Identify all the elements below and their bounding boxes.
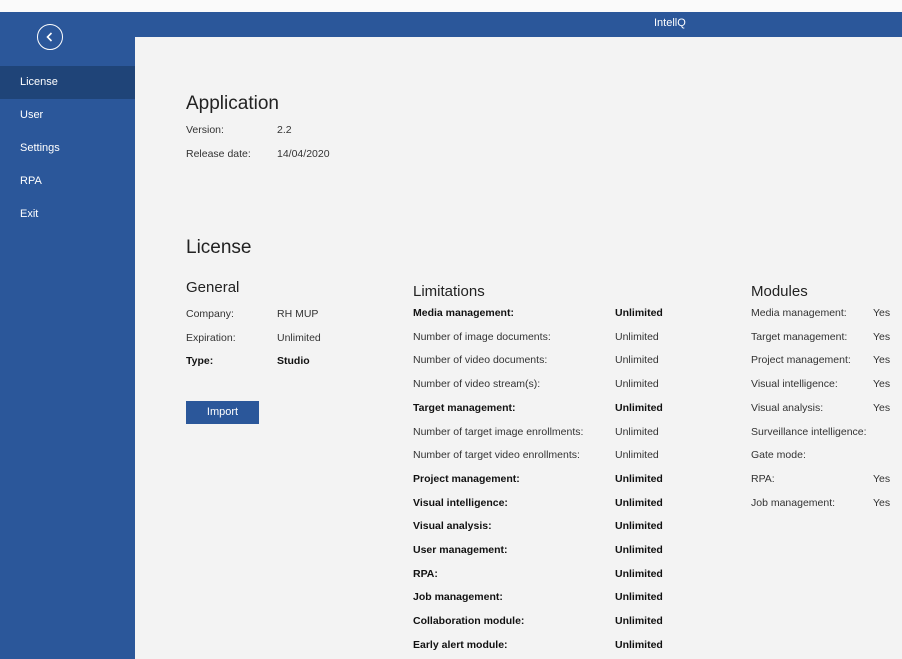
type-value: Studio xyxy=(277,355,310,367)
limitation-value: Unlimited xyxy=(615,520,663,533)
module-value: Yes xyxy=(873,472,891,485)
import-button[interactable]: Import xyxy=(186,401,259,424)
limitation-label: Number of target video enrollments: xyxy=(413,449,580,462)
module-value: Yes xyxy=(873,354,891,367)
module-label: Surveillance intelligence: xyxy=(751,425,867,438)
limitation-label: Number of video documents: xyxy=(413,354,548,367)
limitation-value: Unlimited xyxy=(615,330,659,343)
limitation-value: Unlimited xyxy=(615,544,663,556)
limitation-label: Job management: xyxy=(413,591,503,604)
module-value: Yes xyxy=(873,330,891,343)
application-heading: Application xyxy=(186,93,279,114)
module-label: Media management: xyxy=(751,307,847,319)
module-label: Gate mode: xyxy=(751,449,806,462)
sidebar: License User Settings RPA Exit xyxy=(0,12,135,659)
sidebar-item-rpa[interactable]: RPA xyxy=(0,165,135,198)
limitation-value: Unlimited xyxy=(615,567,663,580)
limitation-value: Unlimited xyxy=(615,401,663,414)
limitation-label: Number of image documents: xyxy=(413,330,551,343)
limitation-value: Unlimited xyxy=(615,496,663,509)
limitation-label: User management: xyxy=(413,544,508,556)
module-label: Visual analysis: xyxy=(751,401,824,414)
version-value: 2.2 xyxy=(277,124,292,136)
limitation-value: Unlimited xyxy=(615,449,659,462)
limitation-label: Number of target image enrollments: xyxy=(413,425,584,438)
chevron-left-icon xyxy=(46,32,53,42)
sidebar-item-license[interactable]: License xyxy=(0,66,135,99)
general-heading: General xyxy=(186,279,240,296)
release-date-value: 14/04/2020 xyxy=(277,148,330,160)
limitation-value: Unlimited xyxy=(615,425,659,438)
limitation-label: Collaboration module: xyxy=(413,615,525,628)
sidebar-item-exit[interactable]: Exit xyxy=(0,198,135,231)
title-bar xyxy=(135,12,902,37)
module-label: Project management: xyxy=(751,354,851,367)
module-value: Yes xyxy=(873,401,891,414)
limitation-label: Visual intelligence: xyxy=(413,496,508,509)
release-date-label: Release date: xyxy=(186,148,251,160)
expiration-label: Expiration: xyxy=(186,332,236,344)
module-label: RPA: xyxy=(751,472,775,485)
limitation-label: Visual analysis: xyxy=(413,520,492,533)
limitation-label: Early alert module: xyxy=(413,638,508,651)
limitation-value: Unlimited xyxy=(615,378,659,391)
license-heading: License xyxy=(186,237,252,258)
module-label: Visual intelligence: xyxy=(751,378,838,391)
company-label: Company: xyxy=(186,308,234,320)
limitation-label: Target management: xyxy=(413,401,516,414)
expiration-value: Unlimited xyxy=(277,332,321,344)
company-value: RH MUP xyxy=(277,308,319,320)
top-strip xyxy=(0,0,902,12)
limitation-label: RPA: xyxy=(413,567,438,580)
sidebar-item-settings[interactable]: Settings xyxy=(0,132,135,165)
back-button[interactable] xyxy=(37,24,63,50)
limitation-label: Media management: xyxy=(413,307,514,319)
module-label: Job management: xyxy=(751,496,836,509)
limitations-heading: Limitations xyxy=(413,283,485,300)
version-label: Version: xyxy=(186,124,224,136)
limitation-value: Unlimited xyxy=(615,638,663,651)
limitation-value: Unlimited xyxy=(615,354,659,367)
module-value: Yes xyxy=(873,496,891,509)
sidebar-item-user[interactable]: User xyxy=(0,99,135,132)
sidebar-nav: License User Settings RPA Exit xyxy=(0,66,135,231)
limitation-value: Unlimited xyxy=(615,615,663,628)
limitation-label: Number of video stream(s): xyxy=(413,378,541,391)
module-label: Target management: xyxy=(751,330,848,343)
module-value: Yes xyxy=(873,378,891,391)
app-title: IntellQ xyxy=(654,17,686,29)
limitation-value: Unlimited xyxy=(615,591,663,604)
main-content: Application Version: 2.2 Release date: 1… xyxy=(135,37,902,659)
limitation-label: Project management: xyxy=(413,472,520,485)
limitation-value: Unlimited xyxy=(615,307,663,319)
type-label: Type: xyxy=(186,355,214,367)
module-value: Yes xyxy=(873,307,891,319)
limitation-value: Unlimited xyxy=(615,472,663,485)
modules-heading: Modules xyxy=(751,283,808,300)
